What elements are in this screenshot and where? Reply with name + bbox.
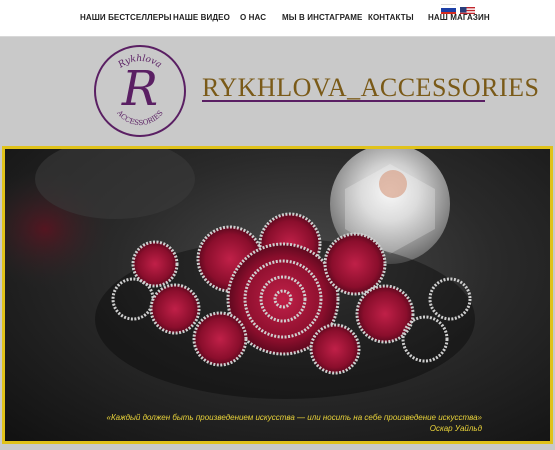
brand-underline bbox=[202, 100, 485, 102]
hero-image bbox=[5, 149, 475, 399]
bottom-strip bbox=[0, 444, 555, 450]
hero-quote: «Каждый должен быть произведением искусс… bbox=[106, 413, 483, 422]
brand-logo[interactable]: Rykhlova ACCESSORIES R bbox=[94, 45, 186, 137]
top-nav: НАШИ БЕСТСЕЛЛЕРЫ НАШЕ ВИДЕО О НАС МЫ В И… bbox=[0, 0, 555, 37]
logo-letter: R bbox=[121, 61, 159, 117]
nav-item-bestsellers[interactable]: НАШИ БЕСТСЕЛЛЕРЫ bbox=[80, 13, 172, 22]
us-flag-icon[interactable] bbox=[460, 4, 475, 14]
nav-item-video[interactable]: НАШЕ ВИДЕО bbox=[173, 13, 230, 22]
nav-item-about[interactable]: О НАС bbox=[240, 13, 266, 22]
ru-flag-icon[interactable] bbox=[441, 4, 456, 14]
site-header: Rykhlova ACCESSORIES R RYKHLOVA_ACCESSOR… bbox=[0, 37, 555, 145]
brand-name[interactable]: RYKHLOVA_ACCESSORIES bbox=[202, 73, 539, 103]
hero-quote-author: Оскар Уайльд bbox=[429, 424, 482, 433]
nav-item-shop[interactable]: НАШ МАГАЗИН bbox=[428, 13, 490, 22]
hero-banner: «Каждый должен быть произведением искусс… bbox=[2, 146, 553, 444]
nav-item-instagram[interactable]: МЫ В ИНСТАГРАМЕ bbox=[282, 13, 362, 22]
nav-item-contacts[interactable]: КОНТАКТЫ bbox=[368, 13, 414, 22]
